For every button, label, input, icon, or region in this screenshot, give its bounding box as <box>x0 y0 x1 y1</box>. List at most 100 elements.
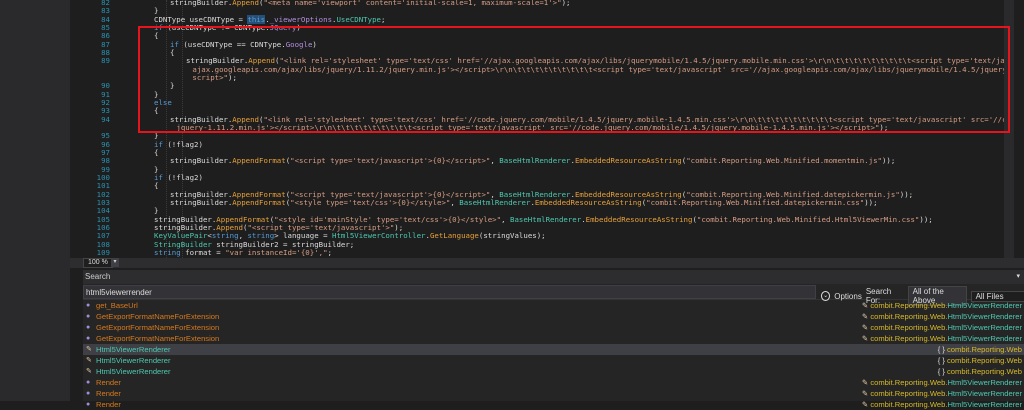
code-text: string format = "var instanceId='{0}',"; <box>154 247 332 257</box>
result-class: Html5ViewerRenderer <box>947 323 1022 332</box>
code-token: AppendFormat <box>232 197 286 207</box>
code-line[interactable]: 96 if (!flag2) <box>70 140 1014 149</box>
search-result-item[interactable]: ● GetExportFormatNameForExtension ✎ combit… <box>83 333 1024 344</box>
search-result-item[interactable]: ● get_BaseUrl ✎ combit.Reporting.Web.Html5… <box>83 300 1024 311</box>
code-token: stringBuilder. <box>170 197 233 207</box>
class-icon: ✎ <box>86 368 92 375</box>
left-panel <box>0 0 70 401</box>
code-token: , <box>490 156 500 166</box>
result-namespace: combit.Reporting.Web <box>947 356 1022 365</box>
search-result-item[interactable]: ● GetExportFormatNameForExtension ✎ combit… <box>83 322 1024 333</box>
search-panel: Search ▾ ⌄ Options Search For: All of th… <box>83 270 1024 409</box>
search-bar: ⌄ Options Search For: All of the Above A… <box>83 284 1024 306</box>
code-text: stringBuilder.AppendFormat("<style type=… <box>170 197 878 207</box>
code-token: { <box>154 181 159 191</box>
code-text: if (!flag2) <box>154 172 203 182</box>
code-token: stringBuilder. <box>170 0 233 7</box>
result-namespace: combit.Reporting.Web. <box>870 301 948 310</box>
code-token: , <box>450 197 460 207</box>
result-class: Html5ViewerRenderer <box>947 312 1022 321</box>
result-namespace: combit.Reporting.Web. <box>870 378 948 387</box>
class-icon: ✎ <box>86 346 92 353</box>
code-line[interactable]: 103 stringBuilder.AppendFormat("<style ty… <box>70 197 1014 207</box>
class-icon: ✎ <box>86 357 92 364</box>
result-name: GetExportFormatNameForExtension <box>96 323 220 332</box>
code-token: Append <box>232 0 259 7</box>
code-token: EmbeddedResourceAsString <box>574 156 682 166</box>
search-panel-title: Search <box>85 272 111 281</box>
code-token: { <box>154 147 159 157</box>
search-result-item[interactable]: ● GetExportFormatNameForExtension ✎ combit… <box>83 311 1024 322</box>
code-text: { <box>154 182 158 190</box>
result-class: Html5ViewerRenderer <box>947 389 1022 398</box>
zoom-level[interactable]: 100 % <box>83 258 113 268</box>
result-class: Html5ViewerRenderer <box>947 334 1022 343</box>
zoom-dropdown-icon[interactable]: ▾ <box>111 258 119 267</box>
code-line[interactable]: 100 if (!flag2) <box>70 172 1014 182</box>
code-token: stringBuilder. <box>170 156 233 166</box>
result-class: Html5ViewerRenderer <box>947 400 1022 409</box>
result-name: get_BaseUrl <box>96 301 138 310</box>
code-token: BaseHtmlRenderer <box>459 197 531 207</box>
code-token: ; <box>380 14 386 24</box>
code-token: BaseHtmlRenderer <box>510 214 582 224</box>
namespace-icon: { } <box>937 367 947 376</box>
code-text: if (!flag2) <box>154 140 203 149</box>
namespace-icon: { } <box>937 345 947 354</box>
result-location: ✎ combit.Reporting.Web.Html5ViewerRender… <box>862 300 1022 311</box>
search-result-item[interactable]: ● Render ✎ combit.Reporting.Web.Html5Viewe… <box>83 388 1024 399</box>
result-namespace: combit.Reporting.Web. <box>870 400 948 409</box>
result-location: ✎ combit.Reporting.Web.Html5ViewerRender… <box>862 333 1022 344</box>
result-name: Html5ViewerRenderer <box>96 356 171 365</box>
search-result-item[interactable]: ● Render ✎ combit.Reporting.Web.Html5Viewe… <box>83 377 1024 388</box>
result-name: Html5ViewerRenderer <box>96 345 171 354</box>
result-location: ✎ combit.Reporting.Web.Html5ViewerRender… <box>862 322 1022 333</box>
code-token: )); <box>881 156 896 166</box>
code-line[interactable]: 95} <box>70 131 1014 140</box>
result-namespace: combit.Reporting.Web. <box>870 312 948 321</box>
search-panel-header: Search ▾ <box>83 270 1024 284</box>
code-token: "combit.Reporting.Web.Minified.Html5View… <box>696 214 920 224</box>
code-token: GetLanguage <box>429 231 479 241</box>
search-results-list: ● get_BaseUrl ✎ combit.Reporting.Web.Html5… <box>83 300 1024 410</box>
method-private-icon: ● <box>86 313 91 320</box>
method-private-icon: ● <box>86 324 91 331</box>
method-icon: ● <box>86 302 91 309</box>
result-name: Render <box>96 389 121 398</box>
code-line[interactable]: 82 stringBuilder.Append("<meta name='view… <box>70 0 1014 7</box>
search-result-item[interactable]: ✎ Html5ViewerRenderer { } combit.Reporting… <box>83 344 1024 355</box>
code-token: (!flag2) <box>162 172 203 182</box>
method-icon: ● <box>86 390 91 397</box>
code-line[interactable]: 99} <box>70 165 1014 174</box>
result-class: Html5ViewerRenderer <box>947 378 1022 387</box>
result-namespace: combit.Reporting.Web. <box>870 334 948 343</box>
code-token: EmbeddedResourceAsString <box>534 197 642 207</box>
search-result-item[interactable]: ✎ Html5ViewerRenderer { } combit.Reporting… <box>83 366 1024 377</box>
result-class: Html5ViewerRenderer <box>947 301 1022 310</box>
result-name: Render <box>96 378 121 387</box>
code-line[interactable]: 109 string format = "var instanceId='{0}'… <box>70 247 1014 257</box>
code-token: BaseHtmlRenderer <box>499 156 571 166</box>
code-line[interactable]: 98 stringBuilder.AppendFormat("<script ty… <box>70 156 1014 166</box>
editor-zoom-bar: 100 % ▾ <box>70 258 1024 268</box>
result-location: ✎ combit.Reporting.Web.Html5ViewerRender… <box>862 388 1022 399</box>
code-text: { <box>154 147 159 157</box>
code-token: )); <box>864 197 878 207</box>
code-token: "combit.Reporting.Web.Minified.datepicke… <box>646 197 865 207</box>
code-token: string <box>154 247 181 257</box>
method-icon: ● <box>86 379 91 386</box>
panel-menu-icon[interactable]: ▾ <box>1016 270 1020 284</box>
search-input[interactable] <box>83 285 816 299</box>
code-token: ; <box>327 247 332 257</box>
code-token: )); <box>899 189 914 199</box>
result-location: { } combit.Reporting.Web <box>938 366 1022 377</box>
search-result-item[interactable]: ✎ Html5ViewerRenderer { } combit.Reporting… <box>83 355 1024 366</box>
code-token: "<style type='text/css'>{0}</style>" <box>290 197 451 207</box>
method-private-icon: ● <box>86 335 91 342</box>
code-token: format = <box>180 247 226 257</box>
code-token: "var instanceId='{0}'," <box>225 247 328 257</box>
result-location: { } combit.Reporting.Web <box>938 355 1022 366</box>
code-token: )); <box>919 214 933 224</box>
line-number: 94 <box>101 114 110 124</box>
code-token: AppendFormat <box>232 156 286 166</box>
